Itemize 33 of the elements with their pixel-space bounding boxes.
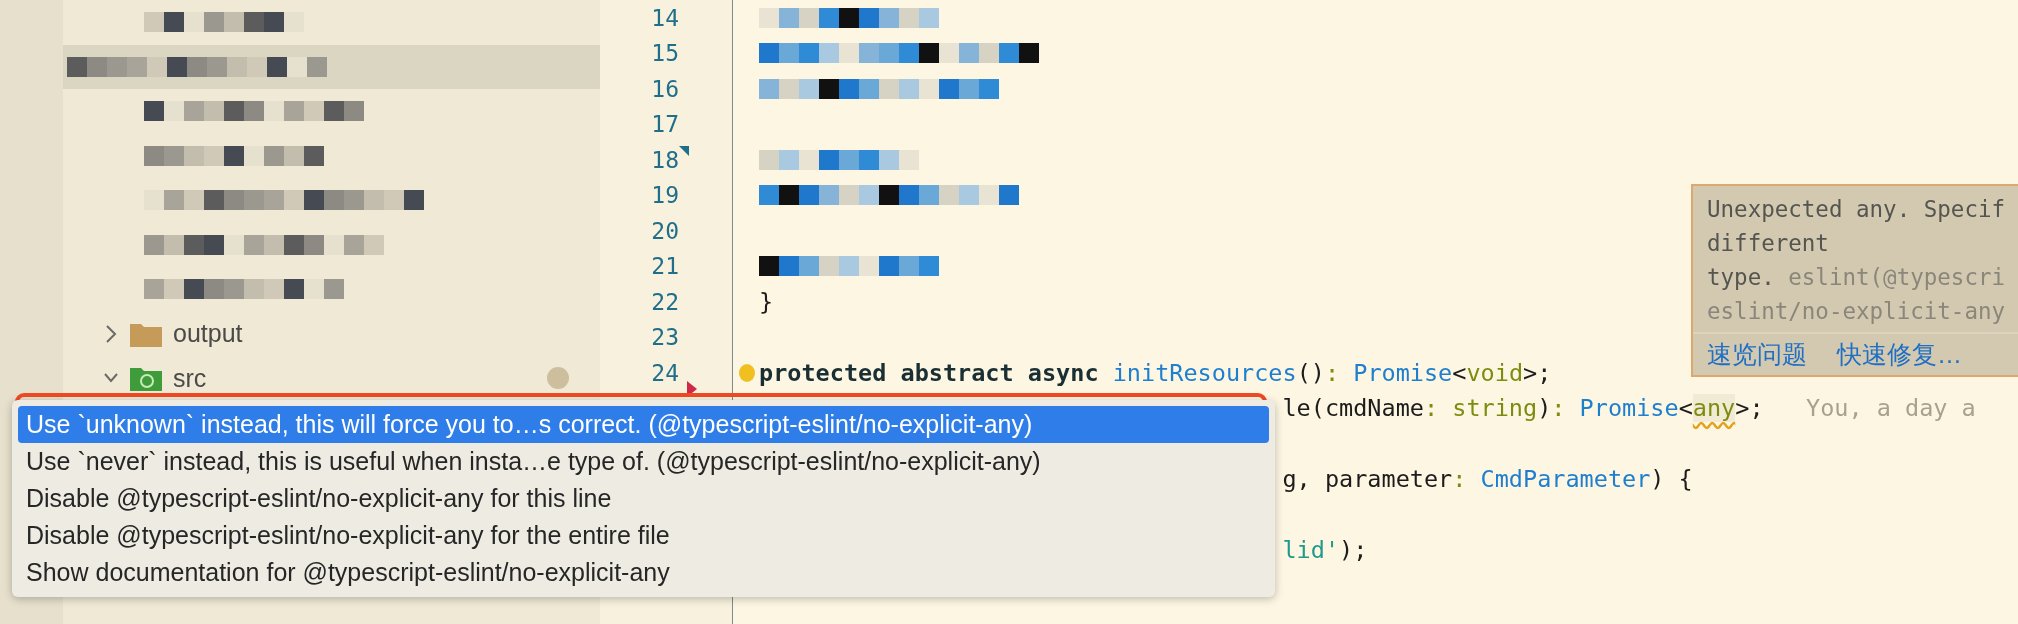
line-number: 20	[651, 217, 679, 244]
line-number: 21	[651, 253, 679, 280]
tree-row[interactable]	[63, 44, 600, 89]
code-line: protected abstract async initResources(): Promise<void>;	[759, 358, 1552, 387]
chevron-icon[interactable]	[103, 322, 119, 345]
tree-row[interactable]: output	[63, 311, 600, 356]
tooltip-line: type. eslint(@typescri	[1707, 263, 2007, 292]
tooltip-line: eslint/no-explicit-any	[1707, 297, 2006, 326]
blame-annotation: You, a day a	[1806, 394, 1976, 423]
code-line: }	[759, 287, 774, 316]
line-number: 17	[651, 111, 679, 138]
tooltip-line: different	[1707, 229, 1830, 258]
tree-label: src	[173, 363, 207, 393]
tree-label: output	[173, 319, 243, 349]
menu-item[interactable]: Disable @typescript-eslint/no-explicit-any for this line	[18, 480, 1269, 517]
line-number: 14	[651, 4, 679, 31]
menu-item[interactable]: Use `unknown` instead, this will force you to…s correct. (@typescript-eslint/no-explicit-any)	[18, 406, 1269, 443]
code-line: lid');	[1282, 536, 1368, 565]
line-number: 19	[651, 182, 679, 209]
tree-row[interactable]: src	[63, 356, 600, 401]
line-number: 15	[651, 40, 679, 67]
menu-item[interactable]: Disable @typescript-eslint/no-explicit-any for the entire file	[18, 517, 1269, 554]
line-number: 18	[651, 146, 679, 173]
code-line: le(cmdName: string): Promise<any>;	[1282, 394, 1764, 423]
line-number: 22	[651, 288, 679, 315]
dot-icon	[546, 366, 570, 391]
menu-item[interactable]: Use `never` instead, this is useful when insta…e type of. (@typescript-eslint/no-explicit-any)	[18, 443, 1269, 480]
line-number: 16	[651, 75, 679, 102]
line-number: 24	[651, 359, 679, 386]
tooltip-line: Unexpected any. Specif	[1707, 195, 2006, 224]
menu-item[interactable]: Show documentation for @typescript-eslint/no-explicit-any	[18, 554, 1269, 591]
line-number: 23	[651, 324, 679, 351]
code-line: g, parameter: CmdParameter) {	[1282, 465, 1693, 494]
